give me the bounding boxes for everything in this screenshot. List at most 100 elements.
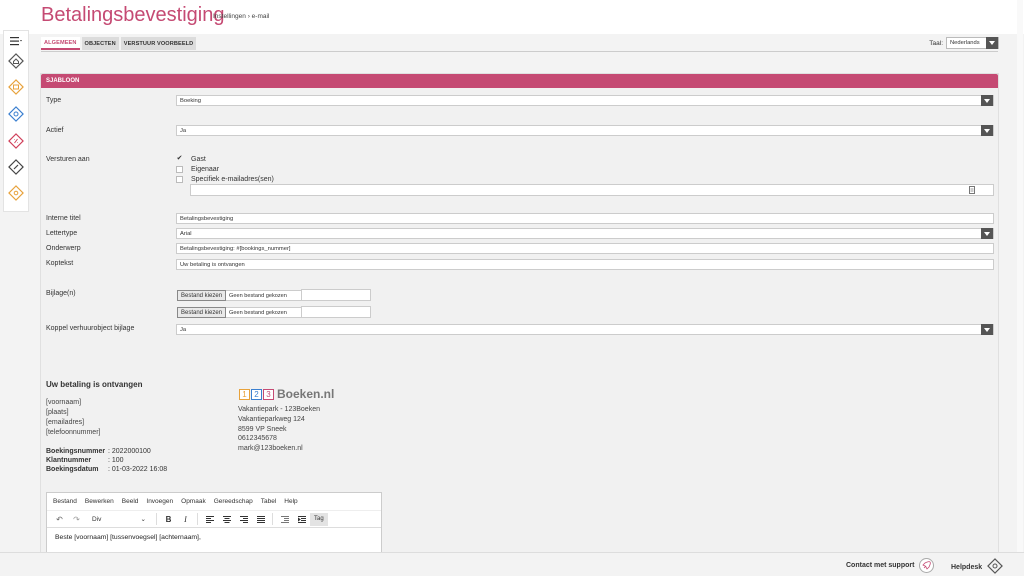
scrollbar[interactable] (1017, 0, 1023, 552)
tag-button[interactable]: Tag (310, 512, 328, 526)
choose-file-button[interactable]: Bestand kiezen (177, 290, 227, 301)
actief-value: Ja (180, 127, 187, 134)
logo-digit-1: 1 (239, 388, 250, 400)
italic-icon[interactable]: I (177, 511, 194, 528)
choose-file-button[interactable]: Bestand kiezen (177, 307, 227, 318)
checkbox[interactable] (176, 176, 183, 183)
menu-opmaak[interactable]: Opmaak (181, 498, 206, 505)
checkbox-gast[interactable]: ✔ Gast (176, 155, 206, 163)
lettertype-select[interactable]: Arial (176, 228, 994, 239)
onderwerp-value: Betalingsbevestiging: #[bookings_nummer] (180, 245, 291, 252)
menu-icon[interactable] (6, 31, 26, 51)
detail-row: Klantnummer : 100 (46, 457, 124, 464)
chevron-down-icon: ⌄ (140, 516, 146, 523)
outdent-icon[interactable] (276, 511, 293, 528)
tab-verstuur-voorbeeld[interactable]: VERSTUUR VOORBEELD (120, 37, 197, 50)
actief-select[interactable]: Ja (176, 125, 994, 136)
settings-icon[interactable] (6, 104, 26, 124)
actief-label: Actief (46, 127, 64, 134)
koptekst-input[interactable]: Uw betaling is ontvangen (176, 259, 994, 270)
interne-titel-input[interactable]: Betalingsbevestiging (176, 213, 994, 224)
detail-key: Klantnummer (46, 457, 92, 464)
menu-beeld[interactable]: Beeld (122, 498, 139, 505)
checkbox-specifiek[interactable]: Specifiek e-mailadres(sen) (176, 176, 274, 183)
file-extra-field[interactable] (301, 289, 371, 301)
file-extra-field[interactable] (301, 306, 371, 318)
lettertype-value: Arial (180, 230, 192, 237)
koppel-label: Koppel verhuurobject bijlage (46, 325, 135, 332)
menu-invoegen[interactable]: Invoegen (146, 498, 173, 505)
align-left-icon[interactable] (201, 511, 218, 528)
extras-icon[interactable] (6, 183, 26, 203)
language-selector: Taal: Nederlands (929, 37, 999, 49)
language-value: Nederlands (950, 40, 980, 46)
company-logo: 1 2 3 Boeken.nl (239, 387, 334, 401)
type-select[interactable]: Boeking (176, 95, 994, 106)
contact-support-link[interactable]: Contact met support (846, 558, 935, 573)
chevron-down-icon (981, 324, 993, 335)
menu-gereedschap[interactable]: Gereedschap (214, 498, 253, 505)
menu-bewerken[interactable]: Bewerken (85, 498, 114, 505)
interne-titel-value: Betalingsbevestiging (180, 215, 234, 222)
sidebar (3, 30, 29, 212)
bold-icon[interactable]: B (160, 511, 177, 528)
chevron-down-icon (981, 125, 993, 136)
tab-bar: ALGEMEEN OBJECTEN VERSTUUR VOORBEELD (41, 37, 197, 50)
checkbox[interactable] (176, 166, 183, 173)
bookings-icon[interactable] (6, 77, 26, 97)
format-value: Div (92, 515, 102, 523)
undo-icon[interactable]: ↶ (51, 511, 68, 528)
redo-icon[interactable]: ↷ (68, 511, 85, 528)
editor-menubar: Bestand Bewerken Beeld Invoegen Opmaak G… (47, 493, 381, 511)
helpdesk-icon (987, 558, 1004, 576)
helpdesk-link[interactable]: Helpdesk (951, 558, 1004, 576)
onderwerp-input[interactable]: Betalingsbevestiging: #[bookings_nummer] (176, 243, 994, 254)
top-bar: Betalingsbevestiging Instellingen › e-ma… (0, 0, 1024, 34)
divider (41, 51, 998, 52)
koppel-value: Ja (180, 326, 187, 333)
tab-algemeen[interactable]: ALGEMEEN (41, 37, 80, 50)
check-icon[interactable]: ✔ (176, 155, 183, 163)
onderwerp-label: Onderwerp (46, 245, 81, 252)
logo-digit-2: 2 (251, 388, 262, 400)
format-select[interactable]: Div ⌄ (88, 513, 150, 526)
email-addresses-field[interactable] (190, 184, 994, 196)
finance-icon[interactable] (6, 131, 26, 151)
editor-content[interactable]: Beste [voornaam] [tussenvoegsel] [achter… (47, 528, 381, 547)
address-line: 0612345678 (238, 435, 277, 442)
contacts-icon[interactable] (969, 186, 975, 196)
type-label: Type (46, 97, 62, 104)
tab-objecten[interactable]: OBJECTEN (81, 37, 119, 50)
logo-brand: Boeken.nl (277, 387, 335, 401)
detail-value: : 2022000100 (108, 448, 151, 455)
eigenaar-label: Eigenaar (191, 166, 220, 173)
logo-digit-3: 3 (263, 388, 274, 400)
chevron-down-icon (986, 37, 998, 49)
toolbar-separator (197, 513, 198, 525)
detail-key: Boekingsnummer (46, 448, 106, 455)
interne-titel-label: Interne titel (46, 215, 81, 222)
tools-icon[interactable] (6, 157, 26, 177)
align-justify-icon[interactable] (252, 511, 269, 528)
menu-bestand[interactable]: Bestand (53, 498, 77, 505)
type-value: Boeking (180, 97, 201, 104)
bijlagen-label: Bijlage(n) (46, 290, 76, 297)
placeholder-line: [voornaam] (46, 399, 82, 406)
gast-label: Gast (191, 156, 206, 163)
home-icon[interactable] (6, 51, 26, 71)
menu-tabel[interactable]: Tabel (261, 498, 277, 505)
breadcrumb[interactable]: Instellingen › e-mail (213, 13, 269, 20)
align-right-icon[interactable] (235, 511, 252, 528)
koptekst-value: Uw betaling is ontvangen (180, 261, 245, 268)
menu-help[interactable]: Help (284, 498, 297, 505)
rich-text-editor: Bestand Bewerken Beeld Invoegen Opmaak G… (46, 492, 382, 553)
placeholder-line: [telefoonnummer] (46, 429, 101, 436)
language-select[interactable]: Nederlands (946, 37, 999, 49)
detail-row: Boekingsnummer : 2022000100 (46, 448, 151, 455)
editor-toolbar: ↶ ↷ Div ⌄ B I Tag (47, 511, 381, 528)
koppel-select[interactable]: Ja (176, 324, 994, 335)
detail-value: : 01-03-2022 16:08 (108, 466, 168, 473)
checkbox-eigenaar[interactable]: Eigenaar (176, 166, 219, 173)
indent-icon[interactable] (293, 511, 310, 528)
align-center-icon[interactable] (218, 511, 235, 528)
